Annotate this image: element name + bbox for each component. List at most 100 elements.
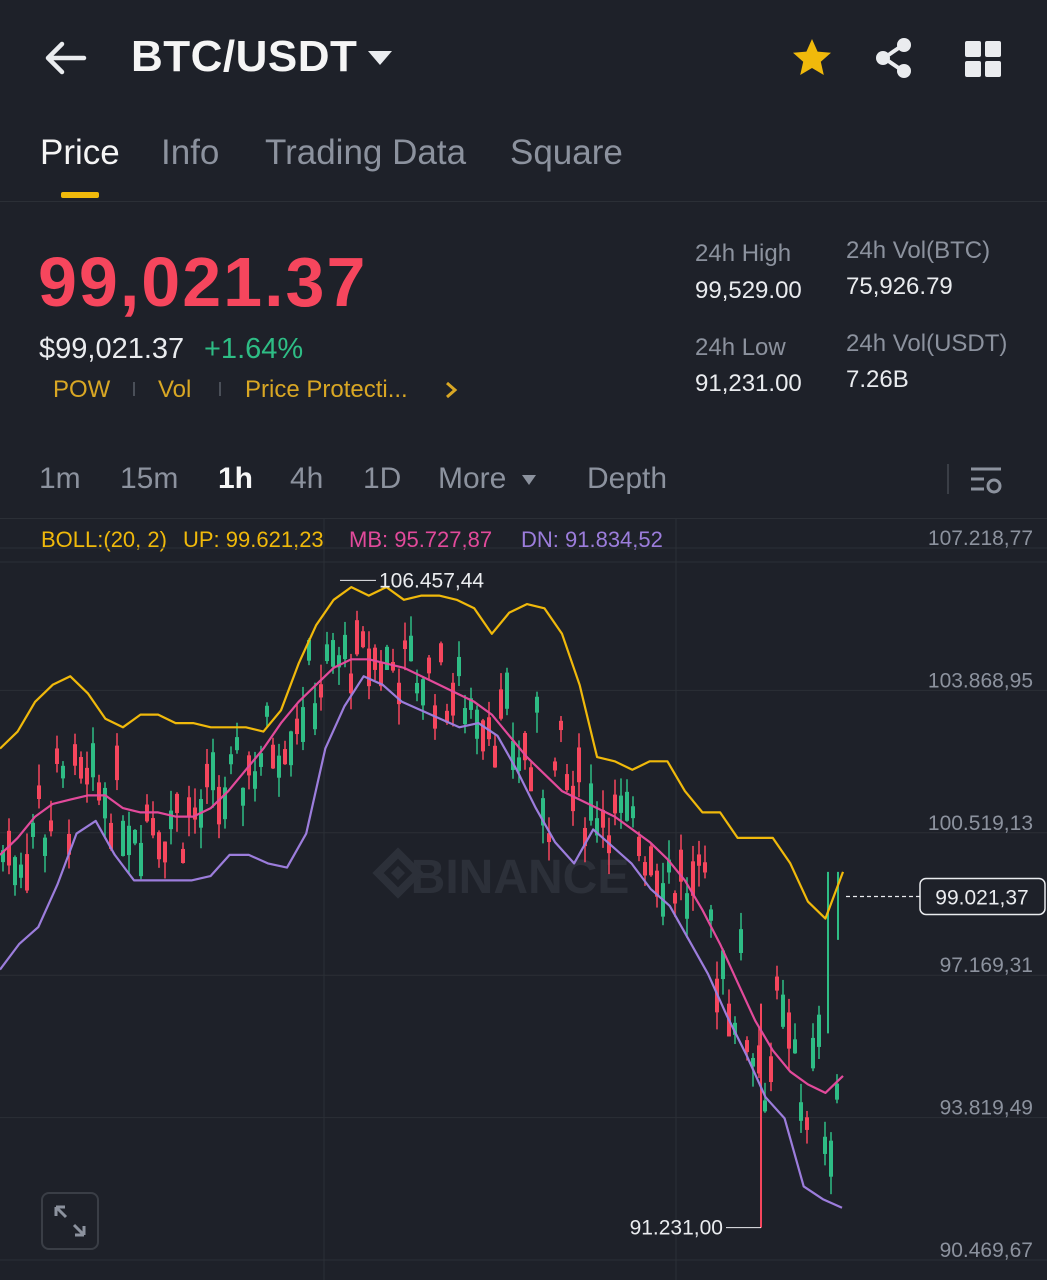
candle-body xyxy=(745,1040,749,1053)
candle-body xyxy=(13,857,17,886)
tab-trading-data[interactable]: Trading Data xyxy=(265,133,466,173)
candle-body xyxy=(559,720,563,731)
candle-body xyxy=(649,846,653,876)
candle-body xyxy=(823,1136,827,1154)
stat-24h-low-label: 24h Low xyxy=(695,334,786,361)
stat-24h-vol-btc-label: 24h Vol(BTC) xyxy=(846,237,991,264)
candle-body xyxy=(319,684,323,698)
candle-body xyxy=(241,787,245,806)
candles xyxy=(1,610,839,1228)
candle-body xyxy=(709,909,713,921)
share-icon[interactable] xyxy=(872,36,916,80)
candle-body xyxy=(565,774,569,791)
binance-watermark: BINANCE xyxy=(411,851,630,904)
tab-square[interactable]: Square xyxy=(510,133,623,173)
candle-body xyxy=(211,752,215,791)
interval-4h[interactable]: 4h xyxy=(290,462,323,496)
candle-body xyxy=(31,822,35,837)
candle-body xyxy=(769,1056,773,1083)
candle-body xyxy=(343,634,347,660)
candle-body xyxy=(37,785,41,800)
favorite-star-icon[interactable] xyxy=(790,36,834,80)
chevron-right-icon[interactable] xyxy=(443,380,459,400)
tag-vol[interactable]: Vol xyxy=(158,376,191,404)
stat-24h-vol-btc-value: 75,926.79 xyxy=(846,273,953,300)
fullscreen-button[interactable] xyxy=(41,1192,99,1250)
stat-24h-vol-usdt-label: 24h Vol(USDT) xyxy=(846,330,1008,357)
candle-body xyxy=(151,818,155,836)
candle-body xyxy=(571,785,575,812)
trading-pair-title[interactable]: BTC/USDT xyxy=(131,32,357,82)
candle-body xyxy=(499,689,503,719)
candle-body xyxy=(415,682,419,694)
last-price: 99,021.37 xyxy=(38,243,368,321)
depth-tab[interactable]: Depth xyxy=(587,462,667,496)
candle-body xyxy=(265,705,269,717)
candle-body xyxy=(91,743,95,778)
tag-price-protection[interactable]: Price Protecti... xyxy=(245,376,408,404)
top-bar: BTC/USDT xyxy=(0,0,1047,118)
y-tick-label: 97.169,31 xyxy=(940,954,1033,977)
candle-body xyxy=(589,783,593,821)
candle-body xyxy=(775,976,779,991)
interval-more[interactable]: More xyxy=(438,462,506,496)
candle-body xyxy=(349,673,353,694)
candle-body xyxy=(79,757,83,779)
candle-body xyxy=(49,820,53,832)
max-price-label: 106.457,44 xyxy=(379,569,484,592)
candle-body xyxy=(457,656,461,677)
candle-body xyxy=(97,782,101,801)
candle-body xyxy=(193,807,197,820)
candle-body xyxy=(643,862,647,876)
candle-body xyxy=(55,748,59,764)
candle-body xyxy=(793,1039,797,1054)
candle-body xyxy=(625,791,629,821)
more-caret-icon[interactable] xyxy=(521,474,537,486)
stat-24h-vol-usdt-value: 7.26B xyxy=(846,366,909,393)
candle-body xyxy=(133,829,137,844)
candle-body xyxy=(205,763,209,788)
candle-body xyxy=(163,841,167,863)
tag-pow[interactable]: POW xyxy=(53,376,110,404)
grid-menu-icon[interactable] xyxy=(962,38,1004,80)
candle-body xyxy=(829,1140,833,1177)
candle-body xyxy=(817,1014,821,1047)
candle-body xyxy=(157,832,161,860)
current-price-label: 99.021,37 xyxy=(935,886,1028,909)
stat-24h-high-value: 99,529.00 xyxy=(695,277,802,304)
chart-settings-icon[interactable] xyxy=(968,462,1004,498)
caret-down-icon[interactable] xyxy=(366,48,394,68)
candle-body xyxy=(535,696,539,713)
candle-body xyxy=(187,797,191,818)
candle-body xyxy=(229,754,233,765)
y-tick-label: 100.519,13 xyxy=(928,812,1033,835)
back-arrow-icon[interactable] xyxy=(40,36,88,80)
candle-body xyxy=(271,744,275,769)
candle-body xyxy=(673,893,677,904)
candle-body xyxy=(697,854,701,866)
candle-body xyxy=(409,635,413,662)
interval-1m[interactable]: 1m xyxy=(39,462,81,496)
candle-body xyxy=(613,794,617,814)
candlestick-chart[interactable]: BINANCE 107.218,77 103.868,95 100.519,13 97… xyxy=(0,518,1047,1280)
boll-dn-line xyxy=(0,675,843,1209)
candle-body xyxy=(421,679,425,706)
candle-body xyxy=(637,836,641,857)
interval-1h[interactable]: 1h xyxy=(218,462,253,496)
candle-body xyxy=(451,682,455,716)
candle-body xyxy=(439,643,443,663)
tab-info[interactable]: Info xyxy=(161,133,219,173)
interval-1d[interactable]: 1D xyxy=(363,462,401,496)
candle-body xyxy=(835,1083,839,1100)
candle-body xyxy=(139,842,143,877)
candle-body xyxy=(169,810,173,830)
candle-body xyxy=(361,631,365,648)
price-change-percent: +1.64% xyxy=(204,333,304,365)
interval-15m[interactable]: 15m xyxy=(120,462,178,496)
candle-body xyxy=(19,864,23,878)
tab-price[interactable]: Price xyxy=(40,133,120,173)
candle-body xyxy=(217,786,221,825)
candle-body xyxy=(295,718,299,735)
candle-body xyxy=(85,767,89,785)
candle-body xyxy=(289,731,293,766)
